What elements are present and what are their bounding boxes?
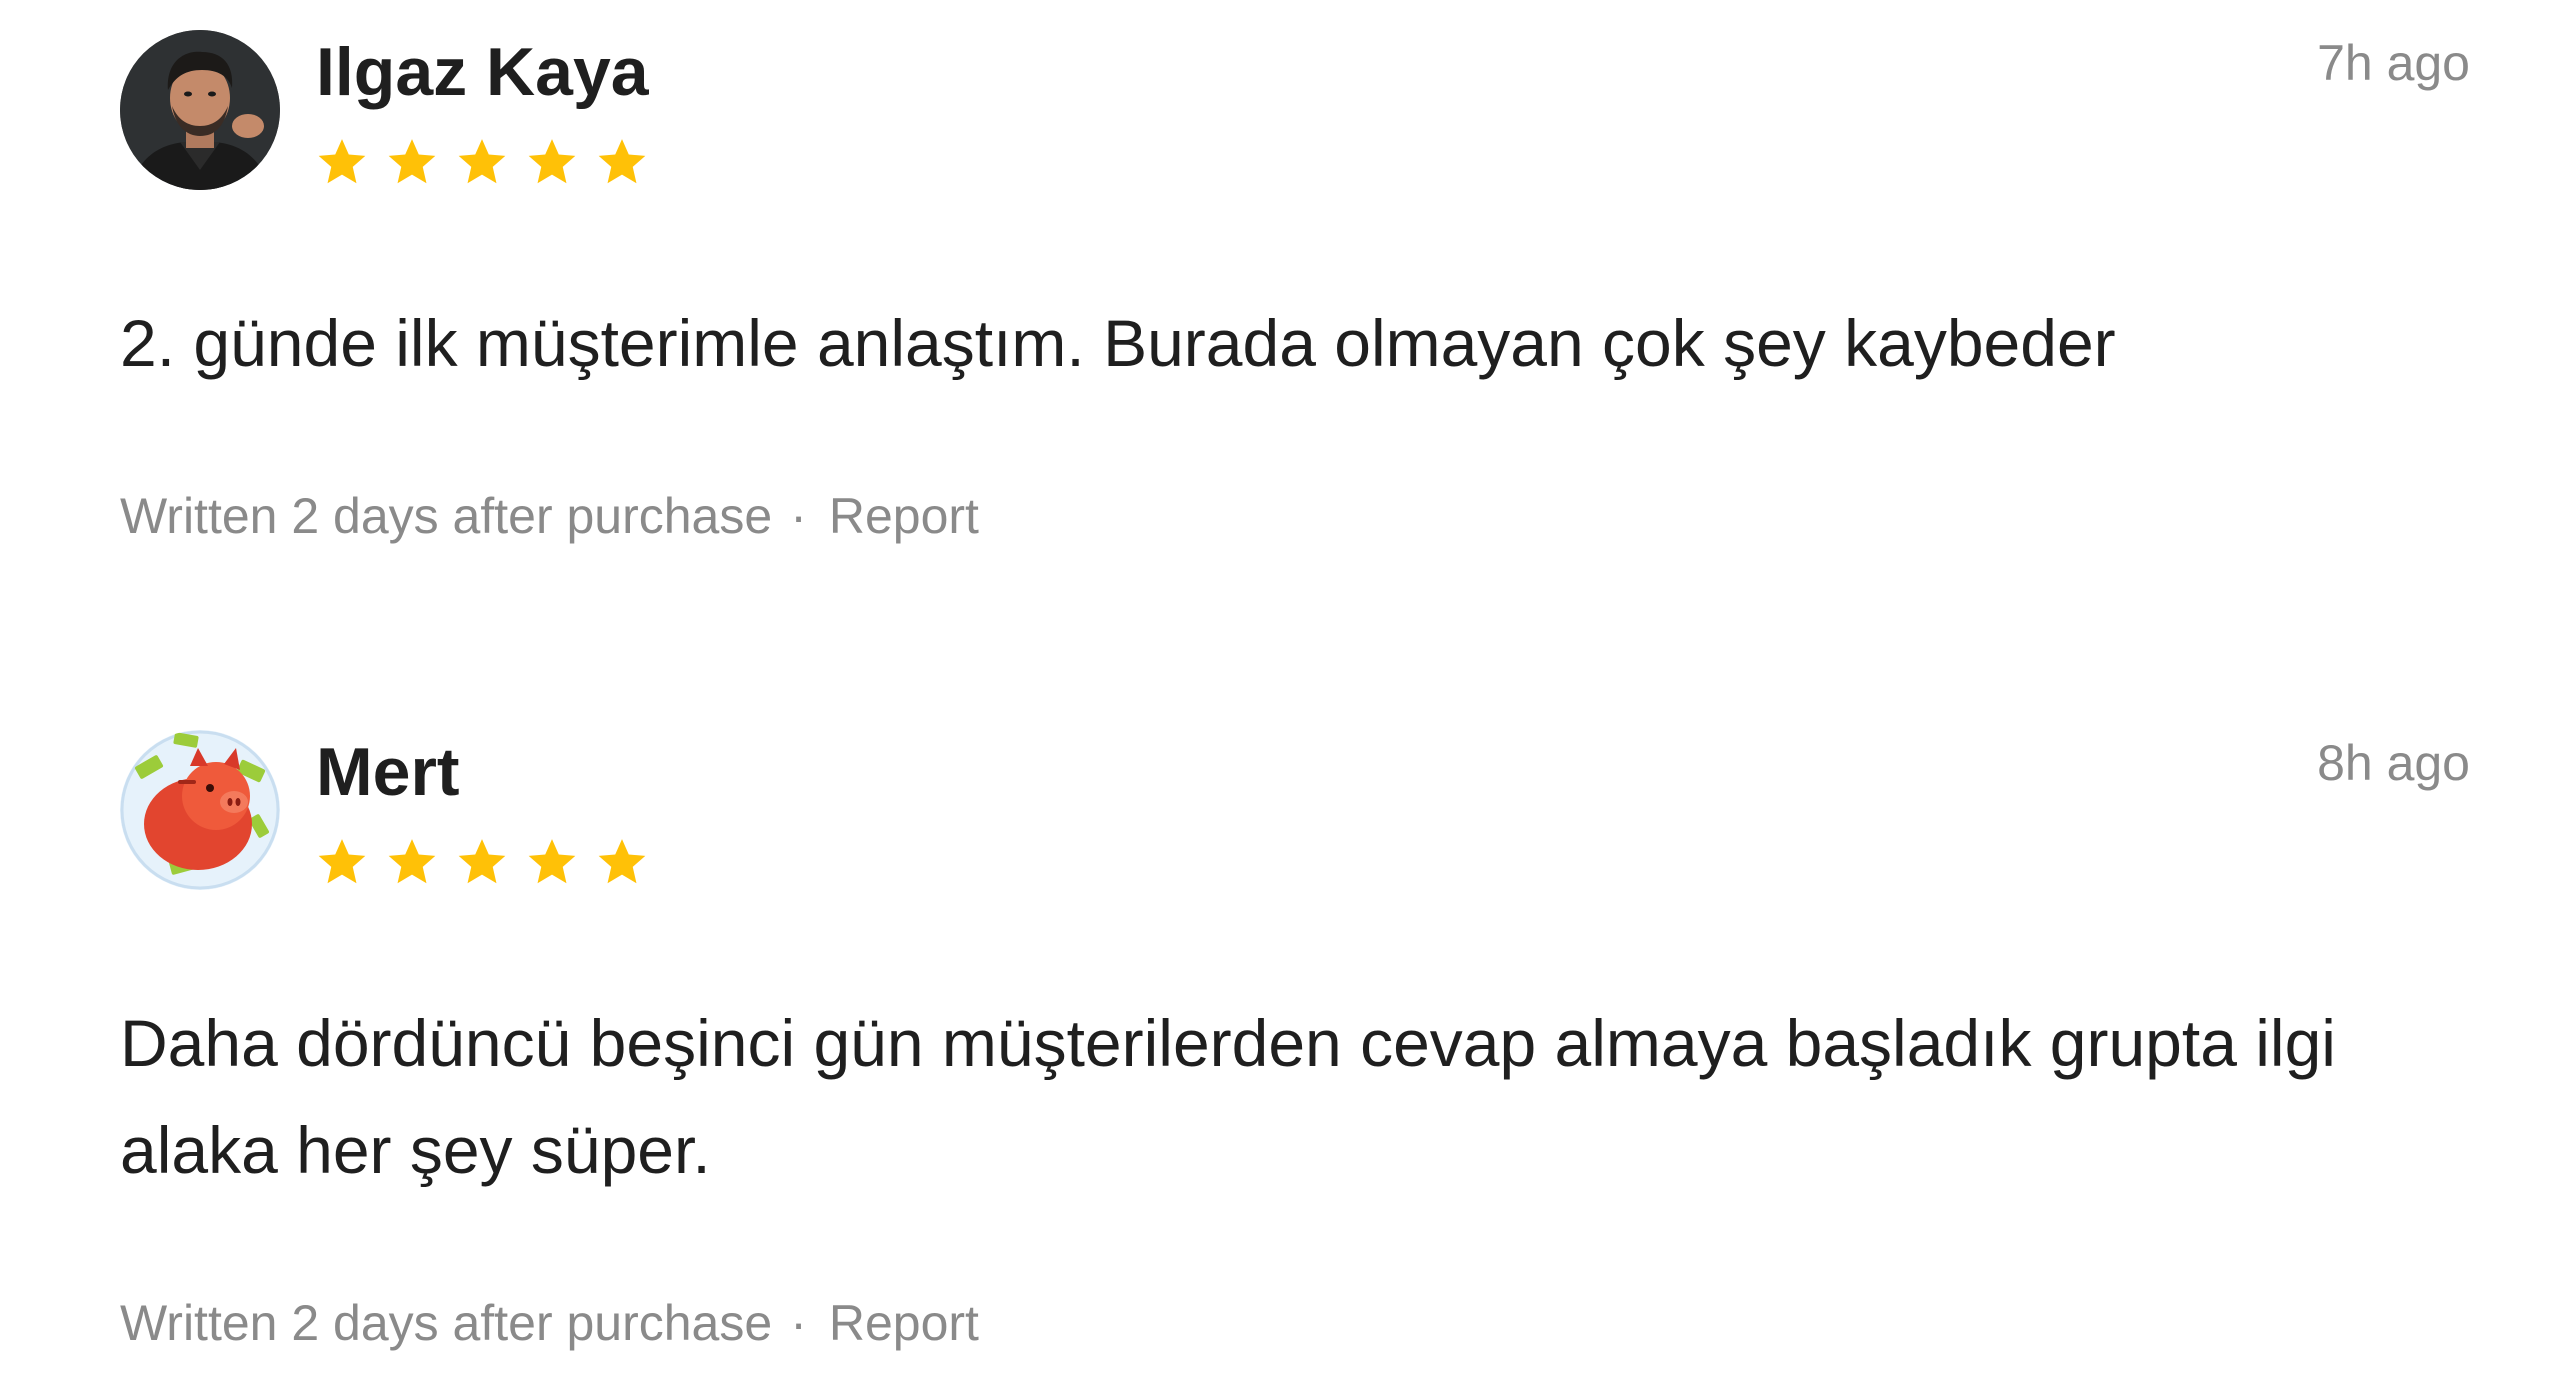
star-icon <box>598 839 646 884</box>
written-after-purchase: Written 2 days after purchase <box>120 488 773 544</box>
review-text: Daha dördüncü beşinci gün müşterilerden … <box>120 1006 2336 1187</box>
star-icon <box>598 139 646 184</box>
star-icon <box>388 839 436 884</box>
star-rating <box>314 134 650 194</box>
review-header: Ilgaz Kaya 7h ago <box>120 30 2470 190</box>
report-link[interactable]: Report <box>829 488 979 544</box>
review-footer: Written 2 days after purchase · Report <box>120 1298 2470 1348</box>
star-rating <box>314 834 650 894</box>
review-card: Mert 8h ago Daha dördüncü beşinci gün mü… <box>120 730 2470 1348</box>
review-card: Ilgaz Kaya 7h ago 2. günde ilk müşteriml… <box>120 30 2470 541</box>
star-icon <box>528 139 576 184</box>
star-icon <box>388 139 436 184</box>
avatar[interactable] <box>120 30 280 190</box>
star-icon <box>528 839 576 884</box>
star-icon <box>318 139 366 184</box>
avatar[interactable] <box>120 730 280 890</box>
star-icon <box>458 139 506 184</box>
star-icon <box>458 839 506 884</box>
star-icon <box>318 839 366 884</box>
review-header: Mert 8h ago <box>120 730 2470 890</box>
written-after-purchase: Written 2 days after purchase <box>120 1295 773 1351</box>
report-link[interactable]: Report <box>829 1295 979 1351</box>
reviewer-name: Mert <box>316 734 460 810</box>
review-time: 8h ago <box>2317 735 2470 791</box>
piggy-bank-avatar-icon <box>120 730 280 890</box>
review-footer: Written 2 days after purchase · Report <box>120 491 2470 541</box>
reviewer-name: Ilgaz Kaya <box>316 34 649 110</box>
review-time: 7h ago <box>2317 35 2470 91</box>
separator-dot: · <box>790 1295 807 1351</box>
separator-dot: · <box>790 488 807 544</box>
man-portrait-avatar-icon <box>120 30 280 190</box>
review-text: 2. günde ilk müşterimle anlaştım. Burada… <box>120 306 2116 380</box>
